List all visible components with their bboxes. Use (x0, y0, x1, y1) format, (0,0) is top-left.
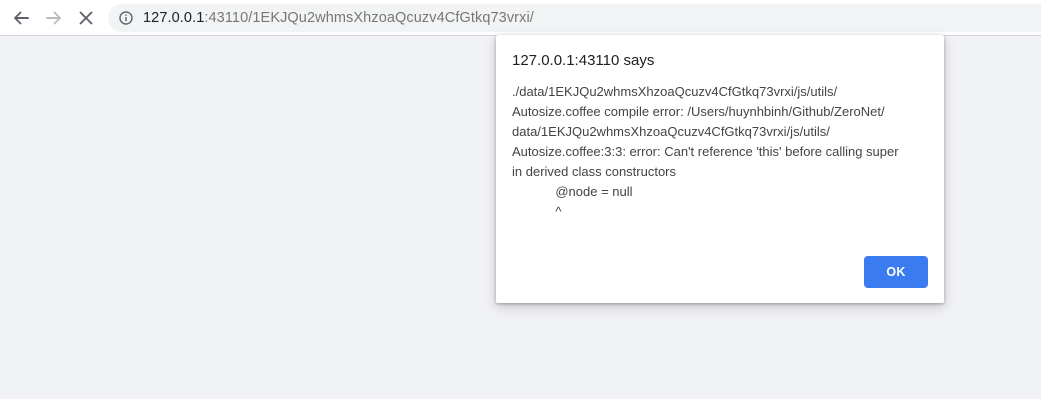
forward-button[interactable] (42, 6, 66, 30)
close-icon (78, 10, 94, 26)
alert-dialog: 127.0.0.1:43110 says ./data/1EKJQu2whmsX… (496, 35, 944, 303)
url-path: :43110/1EKJQu2whmsXhzoaQcuzv4CfGtkq73vrx… (204, 10, 534, 26)
back-button[interactable] (9, 6, 33, 30)
arrow-right-icon (45, 9, 63, 27)
dialog-title: 127.0.0.1:43110 says (512, 52, 655, 69)
arrow-left-icon (12, 9, 30, 27)
url-text[interactable]: 127.0.0.1:43110/1EKJQu2whmsXhzoaQcuzv4Cf… (143, 10, 534, 26)
dialog-message: ./data/1EKJQu2whmsXhzoaQcuzv4CfGtkq73vrx… (512, 84, 899, 219)
ok-button[interactable]: OK (864, 256, 928, 288)
browser-toolbar: 127.0.0.1:43110/1EKJQu2whmsXhzoaQcuzv4Cf… (0, 0, 1041, 36)
stop-button[interactable] (74, 6, 98, 30)
address-bar[interactable]: 127.0.0.1:43110/1EKJQu2whmsXhzoaQcuzv4Cf… (108, 4, 1041, 32)
info-icon[interactable] (119, 11, 133, 25)
url-host: 127.0.0.1 (143, 10, 205, 26)
